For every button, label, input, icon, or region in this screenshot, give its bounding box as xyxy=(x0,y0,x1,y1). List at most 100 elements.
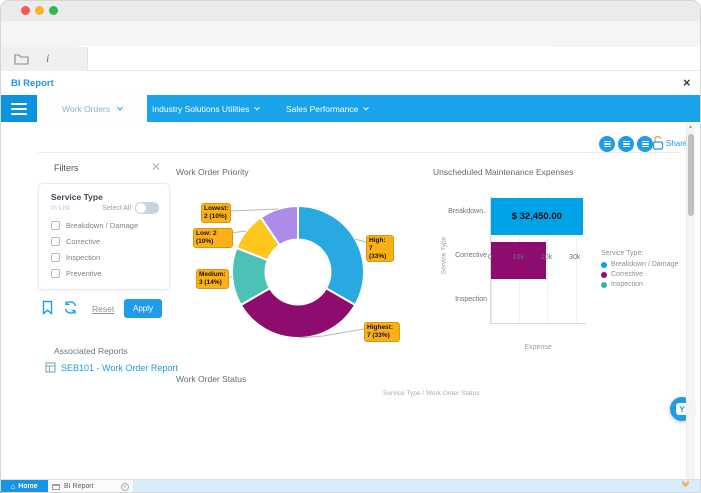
dashboard-content: Share Filters ✕ Service Type In List Sel… xyxy=(0,122,701,479)
taskbar-tab-home[interactable]: ⌂ Home xyxy=(0,480,48,493)
divider xyxy=(38,152,680,153)
filter-option-row: Breakdown / Damage xyxy=(51,221,138,230)
taskbar-tab-bi-report[interactable]: BI Report × xyxy=(48,480,134,493)
filter-option-row: Preventive xyxy=(51,269,101,278)
folder-icon[interactable] xyxy=(14,53,29,65)
filters-title: Filters xyxy=(54,163,79,173)
dashboard-action-icon-2[interactable] xyxy=(618,136,634,152)
filters-close-icon[interactable]: ✕ xyxy=(151,160,161,174)
bookmark-icon[interactable] xyxy=(42,300,53,315)
donut-chart-title: Work Order Priority xyxy=(176,167,249,177)
report-icon xyxy=(45,362,56,373)
work-order-status-title: Work Order Status xyxy=(176,374,246,384)
tab-work-orders[interactable]: Work Orders xyxy=(37,95,147,122)
option-label: Preventive xyxy=(66,269,101,278)
report-window-icon xyxy=(52,484,60,490)
checkbox-inspection[interactable] xyxy=(51,253,60,262)
callout-medium: Medium: 3 (14%) xyxy=(196,269,229,289)
scrollbar-thumb[interactable] xyxy=(688,134,694,216)
tab-industry-solutions-utilities[interactable]: Industry Solutions Utilities xyxy=(152,95,259,122)
filter-group-name: Service Type xyxy=(51,192,103,202)
legend-label: Breakdown / Damage xyxy=(611,261,678,268)
share-button[interactable]: Share xyxy=(666,139,687,148)
work-order-priority-donut[interactable] xyxy=(208,188,388,360)
apply-button[interactable]: Apply xyxy=(124,299,162,318)
legend-dot xyxy=(601,272,607,278)
report-link-seb101[interactable]: SEB101 - Work Order Report xyxy=(45,362,178,373)
app-toolbar: i Tuesday, January 5, 2021 Admin xyxy=(0,47,701,71)
app-window: ← → ≡ i Tuesday, January 5, 2021 Admin B… xyxy=(0,0,701,493)
legend-dot xyxy=(601,282,607,288)
bar-chart-legend: Service Type: Breakdown / Damage Correct… xyxy=(601,250,678,291)
category-label: Breakdown.. xyxy=(423,208,487,215)
window-title-bar xyxy=(0,0,701,21)
associated-reports-title: Associated Reports xyxy=(54,346,128,356)
filter-option-row: Corrective xyxy=(51,237,100,246)
taskbar: ⌂ Home BI Report × xyxy=(0,479,701,493)
category-label: Corrective xyxy=(423,252,487,259)
checkbox-breakdown-damage[interactable] xyxy=(51,221,60,230)
refresh-icon[interactable] xyxy=(63,300,78,315)
legend-title: Service Type: xyxy=(601,250,678,257)
callout-low: Low: 2 (10%) xyxy=(193,228,233,248)
x-tick: 30k xyxy=(567,254,583,261)
checkbox-corrective[interactable] xyxy=(51,237,60,246)
page-tab-row: BI Report × xyxy=(0,71,701,95)
hamburger-menu-icon[interactable] xyxy=(0,95,37,122)
chevron-down-icon xyxy=(363,104,369,110)
checkbox-preventive[interactable] xyxy=(51,269,60,278)
x-tick: 10k xyxy=(510,254,526,261)
select-all-toggle[interactable] xyxy=(135,202,159,214)
home-icon: ⌂ xyxy=(10,483,15,491)
close-window-icon[interactable] xyxy=(21,6,30,15)
option-label: Inspection xyxy=(66,253,100,262)
close-page-icon[interactable]: × xyxy=(683,75,691,90)
x-tick: 20k xyxy=(538,254,554,261)
legend-item: Breakdown / Damage xyxy=(601,261,678,268)
callout-lowest: Lowest: 2 (10%) xyxy=(201,203,231,223)
legend-label: Corrective xyxy=(611,271,643,278)
filter-option-row: Inspection xyxy=(51,253,100,262)
filter-group-card: Service Type In List Select All Breakdow… xyxy=(38,183,170,290)
close-tab-icon[interactable]: × xyxy=(121,483,129,491)
status-chart-subtitle: Service Type / Work Order Status xyxy=(383,390,480,397)
report-link-label: SEB101 - Work Order Report xyxy=(61,363,178,373)
unlock-icon[interactable] xyxy=(652,135,664,151)
bar-value-label: $ 32,450.00 xyxy=(491,198,583,235)
taskbar-overflow-chevrons-icon[interactable] xyxy=(683,482,688,486)
option-label: Breakdown / Damage xyxy=(66,221,138,230)
legend-item: Corrective xyxy=(601,271,678,278)
dashboard-action-icon-1[interactable] xyxy=(599,136,615,152)
category-label: Inspection xyxy=(423,296,487,303)
legend-dot xyxy=(601,262,607,268)
select-all-label: Select All xyxy=(102,205,131,212)
page-title: BI Report xyxy=(11,78,54,89)
maximize-window-icon[interactable] xyxy=(49,6,58,15)
browser-chrome: ← → ≡ xyxy=(0,21,701,47)
bar-chart-x-axis-label: Expense xyxy=(512,344,564,351)
chevron-down-icon xyxy=(117,104,123,110)
tab-label: Work Orders xyxy=(62,104,110,114)
tab-label: Sales Performance xyxy=(286,104,358,114)
option-label: Corrective xyxy=(66,237,100,246)
chevron-down-icon xyxy=(254,104,260,110)
bar-breakdown-damage[interactable]: $ 32,450.00 xyxy=(491,198,583,235)
reset-link[interactable]: Reset xyxy=(92,304,114,314)
dashboard-navbar: Work Orders Industry Solutions Utilities… xyxy=(0,95,701,122)
callout-highest: Highest: 7 (33%) xyxy=(364,322,400,342)
tab-label: Industry Solutions Utilities xyxy=(152,104,249,114)
minimize-window-icon[interactable] xyxy=(35,6,44,15)
dashboard-action-icon-3[interactable] xyxy=(637,136,653,152)
legend-item: Inspection xyxy=(601,281,678,288)
x-tick: 0 xyxy=(482,254,498,261)
bar-chart-title: Unscheduled Maintenance Expenses xyxy=(433,167,573,177)
taskbar-tab-label: BI Report xyxy=(64,483,94,490)
callout-high: High: 7 (33%) xyxy=(366,235,394,262)
tab-sales-performance[interactable]: Sales Performance xyxy=(286,95,368,122)
scrollbar-up-icon[interactable]: ▲ xyxy=(688,124,693,130)
filter-operator: In List xyxy=(51,205,70,212)
taskbar-tab-label: Home xyxy=(18,483,37,490)
toolbar-left-group: i xyxy=(0,47,88,71)
legend-label: Inspection xyxy=(611,281,643,288)
info-icon[interactable]: i xyxy=(46,51,49,66)
